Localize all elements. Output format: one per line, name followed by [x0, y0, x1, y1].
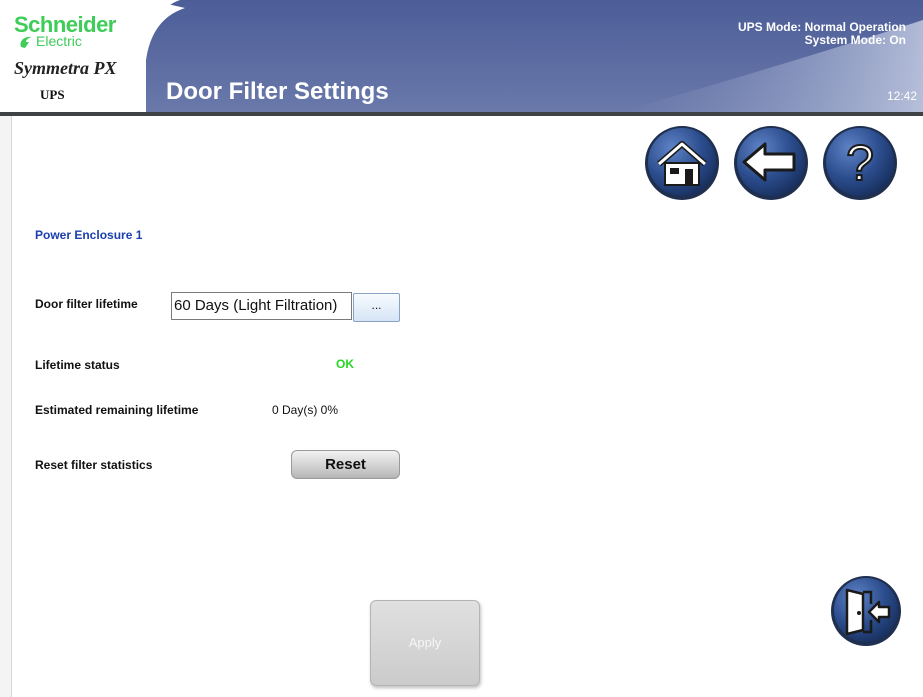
browse-button[interactable]: ...	[353, 293, 400, 322]
exit-button[interactable]	[829, 574, 903, 648]
door-filter-lifetime-field[interactable]: 60 Days (Light Filtration)	[171, 292, 352, 320]
lifetime-status-value: OK	[336, 357, 354, 371]
product-type: UPS	[40, 87, 65, 102]
product-name: Symmetra PX	[14, 58, 117, 78]
home-button[interactable]	[643, 124, 721, 202]
exit-door-icon	[831, 576, 901, 646]
back-button[interactable]	[732, 124, 810, 202]
help-icon: ?	[823, 126, 897, 200]
page-title: Door Filter Settings	[166, 78, 389, 105]
clock: 12:42	[886, 89, 917, 103]
electric-logo-icon	[20, 36, 32, 48]
header-divider	[0, 112, 923, 116]
apply-button[interactable]: Apply	[370, 600, 480, 686]
left-border	[0, 116, 12, 697]
reset-statistics-label: Reset filter statistics	[35, 458, 153, 472]
back-arrow-icon	[734, 126, 808, 200]
section-title: Power Enclosure 1	[35, 228, 143, 242]
brand-sub-text: Electric	[36, 33, 82, 49]
brand-sub: Electric	[20, 33, 116, 49]
brand-logo: Schneider Electric	[14, 14, 116, 48]
remaining-lifetime-value: 0 Day(s) 0%	[272, 403, 339, 417]
home-icon	[645, 126, 719, 200]
remaining-lifetime-label: Estimated remaining lifetime	[35, 403, 199, 417]
door-filter-lifetime-label: Door filter lifetime	[35, 297, 138, 311]
reset-button[interactable]: Reset	[291, 450, 400, 479]
header: Schneider Electric Symmetra PX UPS Door …	[0, 0, 923, 112]
header-banner	[0, 0, 923, 112]
status-modes: UPS Mode: Normal Operation System Mode: …	[738, 21, 906, 47]
svg-text:?: ?	[846, 135, 874, 191]
lifetime-status-label: Lifetime status	[35, 358, 120, 372]
system-mode-text: System Mode: On	[804, 33, 906, 47]
help-button[interactable]: ?	[821, 124, 899, 202]
